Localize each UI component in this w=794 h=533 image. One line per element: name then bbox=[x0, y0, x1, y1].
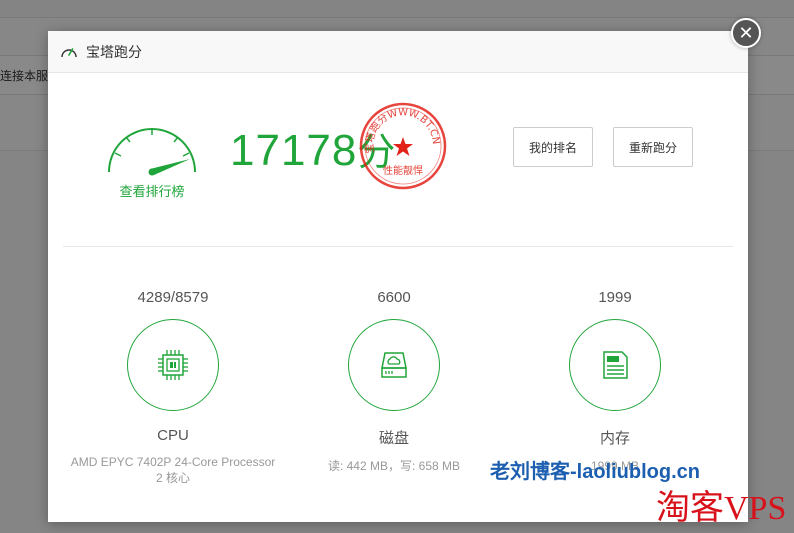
disk-drive-icon bbox=[381, 352, 407, 378]
leaderboard-link[interactable]: 查看排行榜 bbox=[106, 181, 198, 200]
score-gauge-icon[interactable] bbox=[104, 117, 200, 177]
benchmark-dialog: 宝塔跑分 查看排行榜 17178分 宝塔跑分WWW.BT.CN 性能靓悍 我的排… bbox=[48, 31, 748, 522]
cpu-score: 4289/8579 bbox=[137, 289, 209, 306]
vps-watermark: 淘客VPS bbox=[656, 490, 787, 527]
dialog-title: 宝塔跑分 bbox=[86, 43, 142, 60]
cpu-label: CPU bbox=[157, 427, 189, 444]
memory-label: 内存 bbox=[599, 430, 630, 447]
close-button[interactable]: ✕ bbox=[731, 18, 761, 48]
cpu-icon-circle bbox=[127, 319, 219, 411]
bt-seal-stamp-icon: 宝塔跑分WWW.BT.CN 性能靓悍 bbox=[359, 102, 447, 190]
cpu-description: AMD EPYC 7402P 24-Core Processor 2 核心 bbox=[70, 455, 276, 485]
dialog-header: 宝塔跑分 bbox=[48, 31, 748, 73]
disk-description: 读: 442 MB，写: 658 MB bbox=[327, 459, 461, 473]
cpu-metric: 4289/8579 CPU AMD EPYC 7402P 24-Core Pro… bbox=[63, 289, 283, 486]
stamp-bottom-text: 性能靓悍 bbox=[383, 164, 423, 177]
rerun-benchmark-button[interactable]: 重新跑分 bbox=[613, 127, 693, 167]
score-value: 17178 bbox=[230, 126, 358, 175]
memory-metric: 1999 内存 1999 MB bbox=[505, 289, 725, 474]
my-rank-button[interactable]: 我的排名 bbox=[513, 127, 593, 167]
disk-icon-circle bbox=[348, 319, 440, 411]
disk-metric: 6600 磁盘 读: 442 MB，写: 658 MB bbox=[284, 289, 504, 474]
section-divider bbox=[63, 246, 733, 247]
cpu-chip-icon bbox=[158, 350, 188, 380]
memory-icon-circle bbox=[569, 319, 661, 411]
memory-icon bbox=[603, 351, 628, 379]
memory-score: 1999 bbox=[598, 289, 632, 306]
disk-label: 磁盘 bbox=[378, 430, 409, 447]
close-icon: ✕ bbox=[738, 23, 754, 43]
disk-score: 6600 bbox=[377, 289, 411, 306]
speedometer-icon bbox=[61, 47, 77, 57]
